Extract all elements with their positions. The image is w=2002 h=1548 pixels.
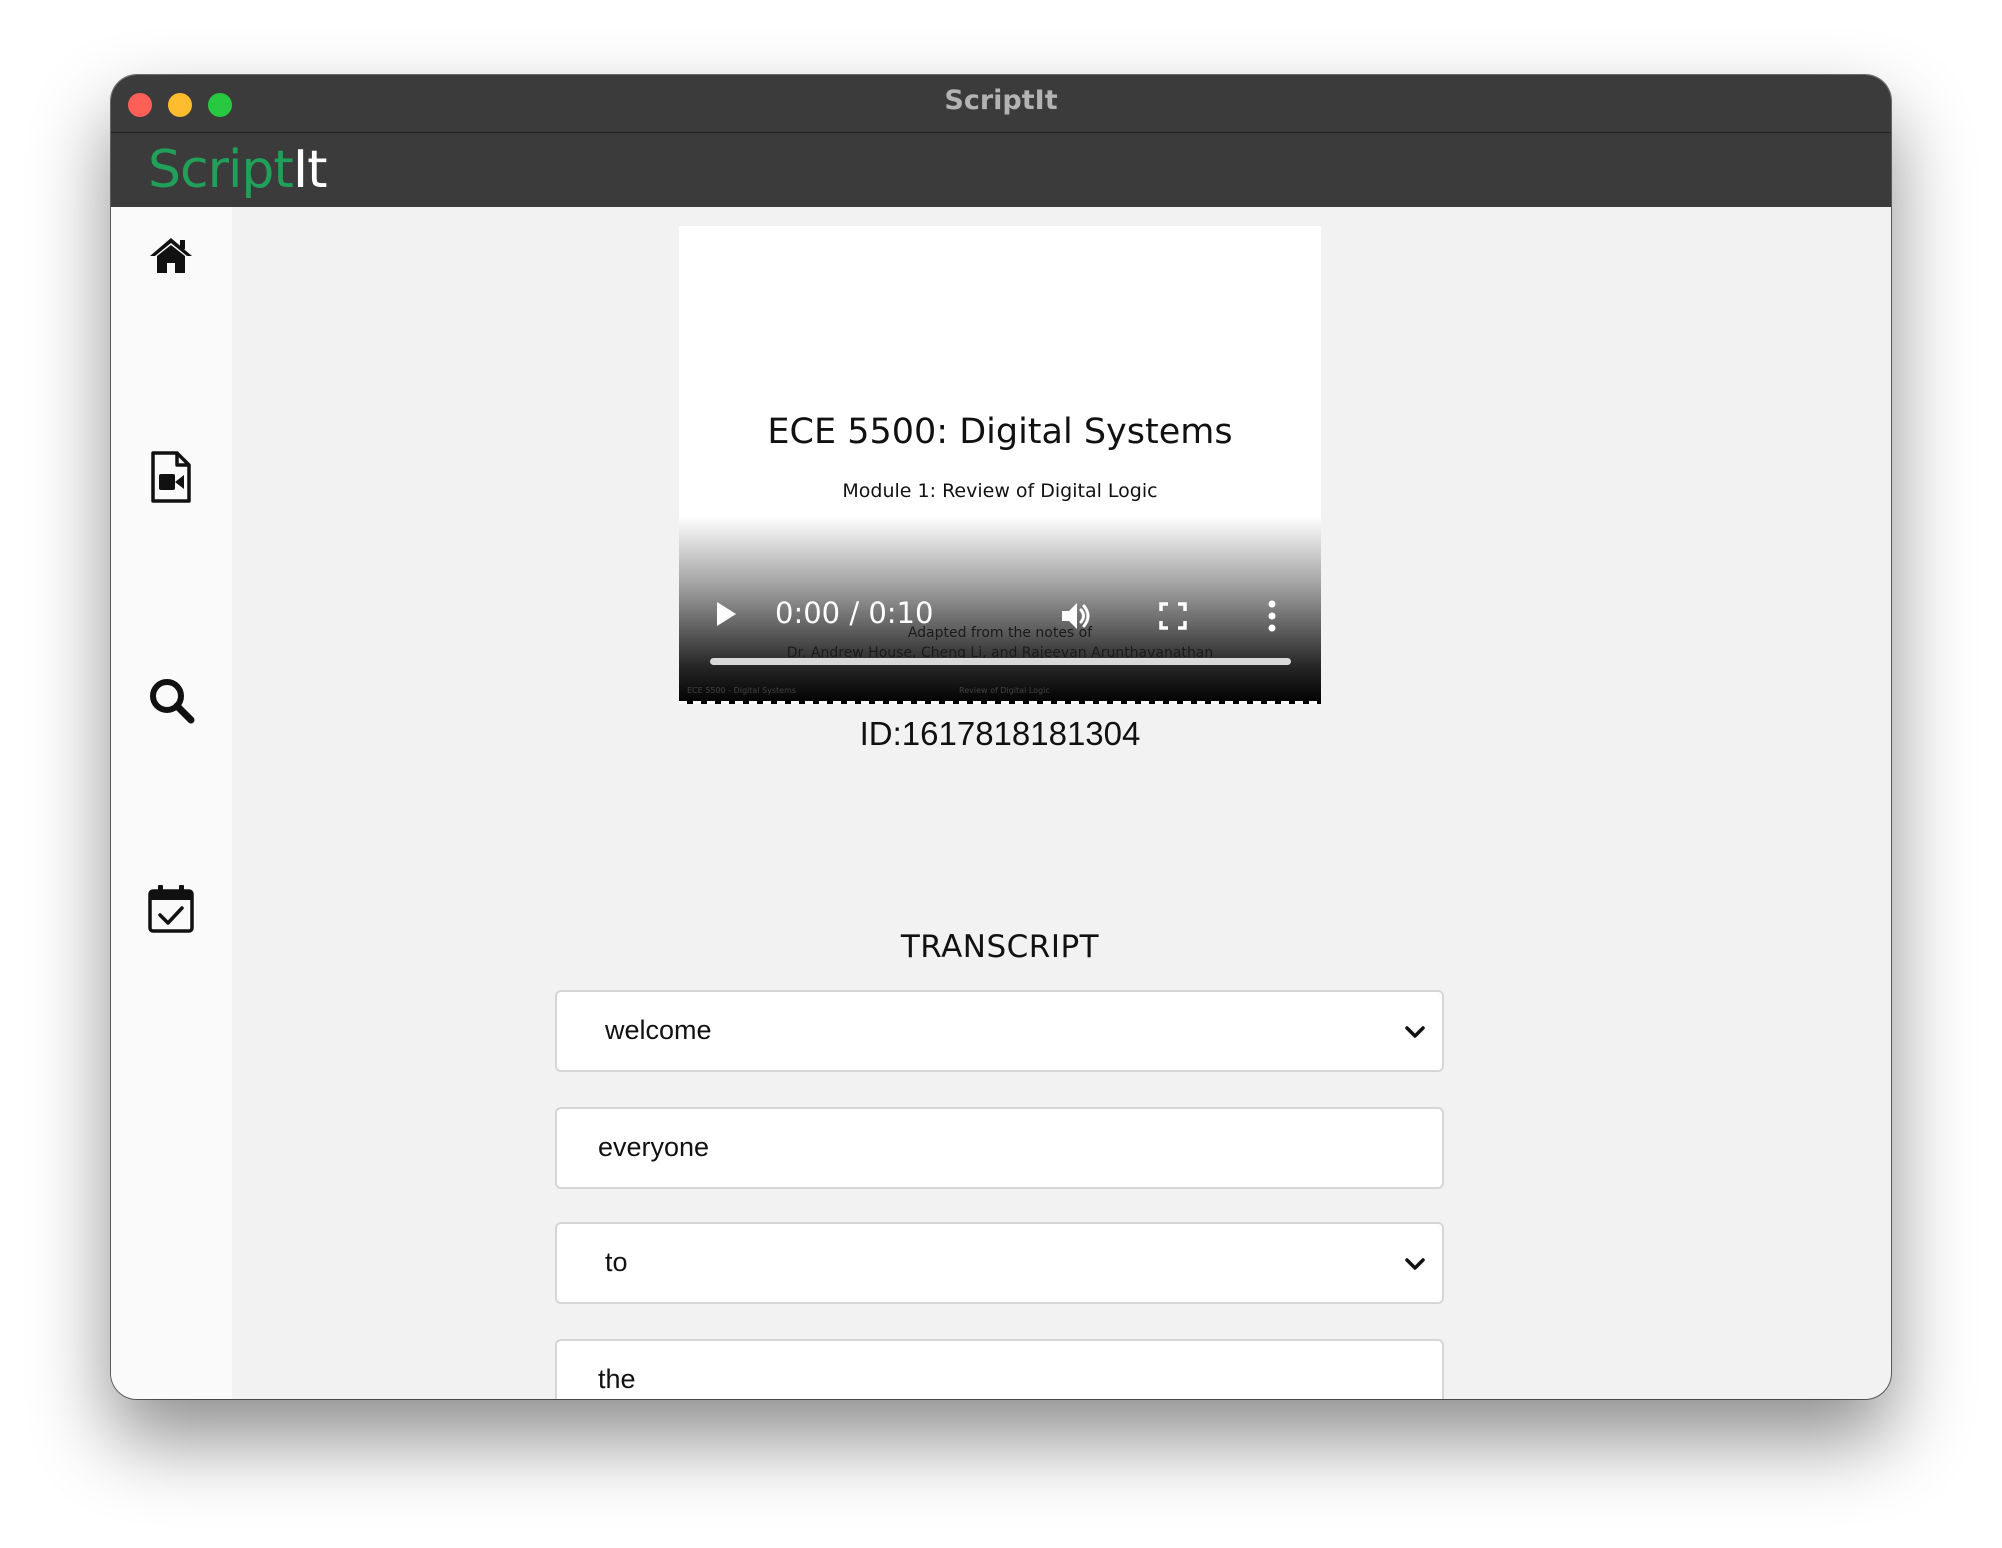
transcript-word-select[interactable]: welcome [555,990,1444,1072]
chevron-down-icon [1405,1258,1425,1270]
transcript-word-select[interactable]: to [555,1222,1444,1304]
sidebar-item-videos[interactable] [147,449,195,503]
slide-footer-left: ECE 5500 - Digital Systems [687,686,797,695]
slide-subtitle: Module 1: Review of Digital Logic [842,480,1158,502]
video-bottom-border [679,701,1321,704]
slide-title: ECE 5500: Digital Systems [767,412,1233,452]
app-window: ScriptIt ScriptIt ECE 5500: Digital Syst… [111,75,1891,1399]
video-file-icon [151,451,191,503]
video-player[interactable]: ECE 5500: Digital Systems Module 1: Revi… [679,226,1321,704]
play-button[interactable] [717,602,736,626]
window-title: ScriptIt [944,85,1058,116]
search-icon [150,679,195,724]
more-options-icon[interactable] [1255,599,1289,633]
sidebar-item-home[interactable] [147,232,195,280]
time-display: 0:00 / 0:10 [775,596,934,630]
volume-icon[interactable] [1059,599,1093,633]
main-content: ECE 5500: Digital Systems Module 1: Revi… [232,207,1891,1399]
logo-it-text: It [292,140,328,200]
transcript-word-value: the [598,1364,636,1394]
transcript-word-value: welcome [605,1015,712,1045]
calendar-check-icon [148,885,194,933]
transcript-heading: TRANSCRIPT [900,929,1100,965]
video-progress-bar[interactable] [710,658,1291,665]
slide-footer: ECE 5500 - Digital Systems Review of Dig… [687,686,1313,695]
home-icon [150,238,192,273]
title-bar: ScriptIt [111,75,1891,133]
sidebar-item-search[interactable] [147,676,195,724]
sidebar [111,207,232,1399]
transcript-word-input[interactable]: everyone [555,1107,1444,1189]
slide-footer-center: Review of Digital Logic [959,686,1050,695]
media-id: ID:1617818181304 [859,715,1141,752]
app-header: ScriptIt [111,133,1891,207]
sidebar-item-schedule[interactable] [147,883,195,933]
transcript-word-value: to [605,1247,628,1277]
app-logo[interactable]: ScriptIt [148,140,328,200]
transcript-word-input[interactable]: the [555,1339,1444,1399]
transcript-word-value: everyone [598,1132,710,1162]
fullscreen-icon[interactable] [1156,599,1190,633]
chevron-down-icon [1405,1026,1425,1038]
logo-script-text: Script [148,140,294,200]
